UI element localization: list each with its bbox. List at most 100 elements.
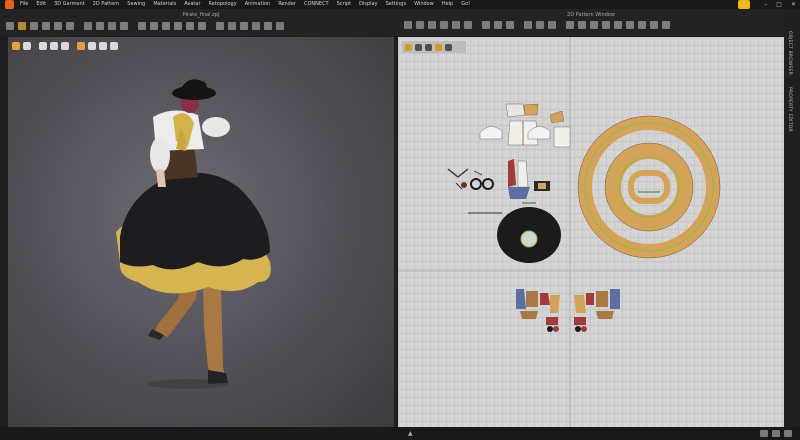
layout-icon[interactable] — [760, 430, 768, 437]
segment-sewing-icon[interactable] — [524, 21, 532, 29]
sewing-line-icon[interactable] — [445, 43, 452, 51]
camera-icon[interactable] — [99, 42, 107, 50]
dart-icon[interactable] — [494, 21, 502, 29]
display-avatar-icon[interactable] — [23, 42, 31, 50]
fold-icon[interactable] — [96, 22, 104, 30]
trim-icon[interactable] — [276, 22, 284, 30]
texture-icon[interactable] — [174, 22, 182, 30]
avatar-figure — [116, 79, 271, 389]
pose-icon[interactable] — [150, 22, 158, 30]
menu-edit[interactable]: Edit — [36, 0, 46, 9]
piping-icon[interactable] — [252, 22, 260, 30]
menu-connect[interactable]: CONNECT — [304, 0, 329, 9]
arrangement-icon[interactable] — [162, 22, 170, 30]
select-mesh-icon[interactable] — [6, 22, 14, 30]
free-sewing-icon[interactable] — [536, 21, 544, 29]
edit-texture-2d-icon[interactable] — [566, 21, 574, 29]
grid-icon[interactable] — [425, 43, 432, 51]
middle-skirt-ring — [605, 143, 693, 231]
app-logo-icon[interactable] — [5, 0, 14, 9]
check-sewing-icon[interactable] — [548, 21, 556, 29]
menu-materials[interactable]: Materials — [153, 0, 176, 9]
fabric-grain-icon[interactable] — [590, 21, 598, 29]
tape-icon[interactable] — [66, 22, 74, 30]
pattern-window-2d[interactable] — [398, 37, 784, 427]
symmetric-icon[interactable] — [662, 21, 670, 29]
brush-icon[interactable] — [54, 22, 62, 30]
avatar-icon[interactable] — [138, 22, 146, 30]
ruler-2d-icon[interactable] — [626, 21, 634, 29]
expand-arrow-icon[interactable]: ▲ — [408, 430, 413, 437]
screenshot-icon[interactable] — [772, 430, 780, 437]
viewport-3d-toolbar — [12, 41, 121, 51]
menu-display[interactable]: Display — [359, 0, 377, 9]
2d-tool-strip — [404, 21, 674, 29]
window-controls: – □ ✕ — [755, 0, 796, 9]
polygon-icon[interactable] — [440, 21, 448, 29]
menu-animation[interactable]: Animation — [245, 0, 271, 9]
menu-3d-garment[interactable]: 3D Garment — [54, 0, 85, 9]
edit-texture-icon[interactable] — [186, 22, 194, 30]
graphic-2d-icon[interactable] — [578, 21, 586, 29]
environment-icon[interactable] — [110, 42, 118, 50]
fabric-display-icon[interactable] — [435, 43, 442, 51]
menu-script[interactable]: Script — [337, 0, 352, 9]
video-icon[interactable] — [784, 430, 792, 437]
puckering-icon[interactable] — [264, 22, 272, 30]
window-2d-title: 2D Pattern Window — [567, 12, 615, 18]
strain-map-icon[interactable] — [88, 42, 96, 50]
measure-icon[interactable] — [108, 22, 116, 30]
menu-retopology[interactable]: Retopology — [209, 0, 237, 9]
pattern-window-toolbar — [402, 41, 466, 53]
graphic-icon[interactable] — [198, 22, 206, 30]
button-tool-icon[interactable] — [216, 22, 224, 30]
viewport-3d[interactable] — [8, 37, 394, 427]
notch-icon[interactable] — [602, 21, 610, 29]
status-icons — [756, 430, 792, 437]
garment-shade-icon[interactable] — [39, 42, 47, 50]
rectangle-icon[interactable] — [452, 21, 460, 29]
menu-render[interactable]: Render — [278, 0, 296, 9]
object-browser-tab[interactable]: OBJECT BROWSER — [787, 31, 792, 75]
menu-file[interactable]: File — [20, 0, 28, 9]
edit-point-icon[interactable] — [416, 21, 424, 29]
transform-icon[interactable] — [18, 22, 26, 30]
property-editor-tab[interactable]: PROPERTY EDITOR — [787, 87, 792, 132]
minimize-button[interactable]: – — [764, 0, 767, 9]
transform-pattern-icon[interactable] — [404, 21, 412, 29]
status-bar: ▲ — [0, 427, 800, 440]
avatar-display-icon[interactable] — [61, 42, 69, 50]
menu-avatar[interactable]: Avatar — [184, 0, 200, 9]
standing-boot — [203, 285, 226, 382]
light-icon[interactable] — [77, 42, 85, 50]
ruler-icon[interactable] — [120, 22, 128, 30]
menu-go[interactable]: Go! — [461, 0, 470, 9]
menu-window[interactable]: Window — [414, 0, 434, 9]
curve-point-icon[interactable] — [428, 21, 436, 29]
garment-texture-icon[interactable] — [50, 42, 58, 50]
maximize-button[interactable]: □ — [776, 0, 782, 9]
pattern-view-icon[interactable] — [415, 43, 422, 51]
circle-icon[interactable] — [464, 21, 472, 29]
menu-settings[interactable]: Settings — [386, 0, 407, 9]
seam-allowance-icon[interactable] — [614, 21, 622, 29]
topstitch-icon[interactable] — [240, 22, 248, 30]
zipper-icon[interactable] — [228, 22, 236, 30]
grading-icon[interactable] — [650, 21, 658, 29]
annotation-icon[interactable] — [638, 21, 646, 29]
render-mode-icon[interactable] — [12, 42, 20, 50]
pattern-display-icon[interactable] — [405, 43, 412, 51]
trace-icon[interactable] — [506, 21, 514, 29]
close-button[interactable]: ✕ — [791, 0, 796, 9]
internal-line-icon[interactable] — [482, 21, 490, 29]
menu-sewing[interactable]: Sewing — [127, 0, 145, 9]
menu-2d-pattern[interactable]: 2D Pattern — [93, 0, 120, 9]
user-avatar-icon[interactable] — [738, 0, 750, 9]
menu-help[interactable]: Help — [442, 0, 453, 9]
viewport-3d-title: Pirate_final.zpj — [182, 12, 220, 18]
simulate-icon[interactable] — [84, 22, 92, 30]
main-toolbar: Pirate_final.zpj 2D Pattern Window — [0, 9, 800, 36]
move-icon[interactable] — [30, 22, 38, 30]
side-panel: OBJECT BROWSER PROPERTY EDITOR — [784, 9, 800, 427]
pin-icon[interactable] — [42, 22, 50, 30]
